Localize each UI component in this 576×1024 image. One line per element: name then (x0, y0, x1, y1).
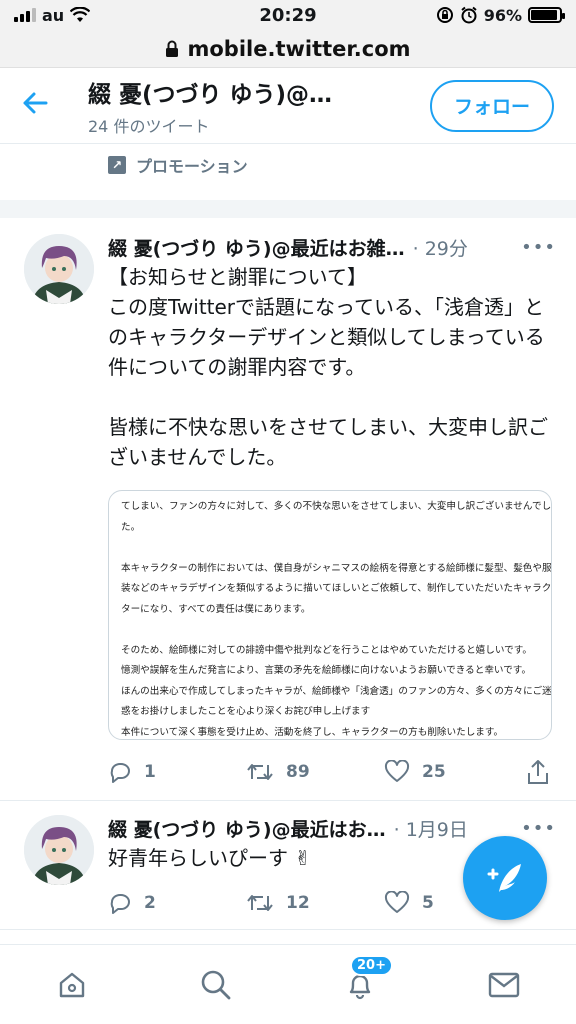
reply-button[interactable]: 2 (108, 891, 246, 915)
promotion-label[interactable]: ↗ プロモーション (0, 144, 576, 186)
follow-button[interactable]: フォロー (430, 79, 554, 132)
tweet-author[interactable]: 綴 憂(つづり ゆう)@最近はお… (108, 815, 386, 842)
image-text-line: てしまい、ファンの方々に対して、多くの不快な思いをさせてしまい、大変申し訳ござい… (121, 501, 552, 512)
heart-icon (384, 760, 410, 782)
tweet-text: 【お知らせと謝罪について】 この度Twitterで話題になっている、「浅倉透」と… (108, 265, 548, 469)
like-count: 5 (422, 893, 434, 913)
retweet-button[interactable]: 89 (246, 760, 384, 784)
image-text-line: 本件について深く事態を受け止め、活動を終了し、キャラクターの方も削除いたします。 (121, 726, 504, 738)
like-button[interactable]: 25 (384, 760, 522, 784)
tweet-time[interactable]: · 1月9日 (394, 815, 468, 842)
promoted-icon: ↗ (108, 156, 126, 174)
home-icon (59, 972, 85, 997)
reply-icon (110, 763, 130, 783)
retweet-count: 89 (286, 762, 310, 782)
notification-badge: 20+ (350, 954, 393, 976)
mail-icon (488, 972, 520, 997)
nav-notifications[interactable]: 20+ (330, 954, 393, 1015)
heart-icon (384, 891, 410, 913)
reply-icon (110, 894, 130, 914)
image-text-line: 装などのキャラデザインを類似するように描いてほしいとご依頼して、制作していただい… (121, 583, 552, 594)
tweet-image[interactable]: てしまい、ファンの方々に対して、多くの不快な思いをさせてしまい、大変申し訳ござい… (108, 490, 552, 740)
like-count: 25 (422, 762, 446, 782)
promotion-text: プロモーション (136, 157, 248, 176)
nav-messages[interactable] (474, 955, 534, 1015)
retweet-button[interactable]: 12 (246, 891, 384, 915)
search-icon (201, 970, 231, 999)
compose-feather-icon (487, 864, 521, 892)
reply-count: 1 (144, 762, 156, 782)
profile-header: 綴 憂(つづり ゆう)@… 24 件のツイート フォロー (0, 68, 576, 144)
tweet-count: 24 件のツイート (88, 116, 210, 136)
nav-search[interactable] (186, 955, 246, 1015)
tweet-author[interactable]: 綴 憂(つづり ゆう)@最近はお雑… (108, 234, 405, 261)
tweet-actions: 1 89 25 (108, 744, 556, 800)
image-text-line: そのため、絵師様に対しての誹謗中傷や批判などを行うことはやめていただけると嬉しい… (121, 644, 532, 656)
back-arrow-icon[interactable] (22, 88, 62, 123)
tweet[interactable]: 綴 憂(つづり ゆう)@最近はお雑… · 29分 ••• 【お知らせと謝罪につい… (0, 218, 576, 801)
image-text-line: 本キャラクターの制作においては、僕自身がシャニマスの絵柄を得意とする絵師様に髪型… (121, 562, 552, 574)
battery-icon (528, 7, 565, 23)
divider (0, 200, 576, 218)
image-text-line: 惑をお掛けしましたことを心より深くお詫び申し上げます (121, 706, 371, 717)
profile-name: 綴 憂(つづり ゆう)@… (88, 81, 333, 108)
image-text-line (121, 620, 539, 641)
more-options-icon[interactable]: ••• (521, 237, 556, 258)
more-options-icon[interactable]: ••• (521, 818, 556, 839)
reply-button[interactable]: 1 (108, 760, 246, 784)
image-text-line: ターになり、すべての責任は僕にあります。 (121, 603, 311, 615)
image-text-line: ほんの出来心で作成してしまったキャラが、絵師様や「浅倉透」のファンの方々、多くの… (121, 685, 552, 697)
bottom-nav: 20+ (0, 944, 576, 1024)
retweet-icon (247, 764, 273, 780)
status-bar: au 20:29 96% (0, 0, 576, 30)
share-button[interactable] (526, 759, 550, 785)
reply-count: 2 (144, 893, 156, 913)
compose-tweet-button[interactable] (463, 836, 547, 920)
lock-icon (166, 40, 179, 57)
nav-home[interactable] (42, 955, 102, 1015)
url-bar[interactable]: mobile.twitter.com (0, 30, 576, 68)
avatar[interactable] (24, 815, 94, 885)
image-text-line (121, 538, 539, 559)
image-text-line: た。 (121, 521, 141, 533)
share-icon (528, 760, 548, 784)
avatar[interactable] (24, 234, 94, 304)
url-text: mobile.twitter.com (187, 36, 411, 61)
tweet-time[interactable]: · 29分 (413, 234, 468, 261)
image-text-line: 憶測や誤解を生んだ発言により、言葉の矛先を絵師様に向けないようお願いできると幸い… (121, 665, 532, 676)
retweet-count: 12 (286, 893, 310, 913)
retweet-icon (247, 895, 273, 911)
clock: 20:29 (259, 4, 317, 26)
